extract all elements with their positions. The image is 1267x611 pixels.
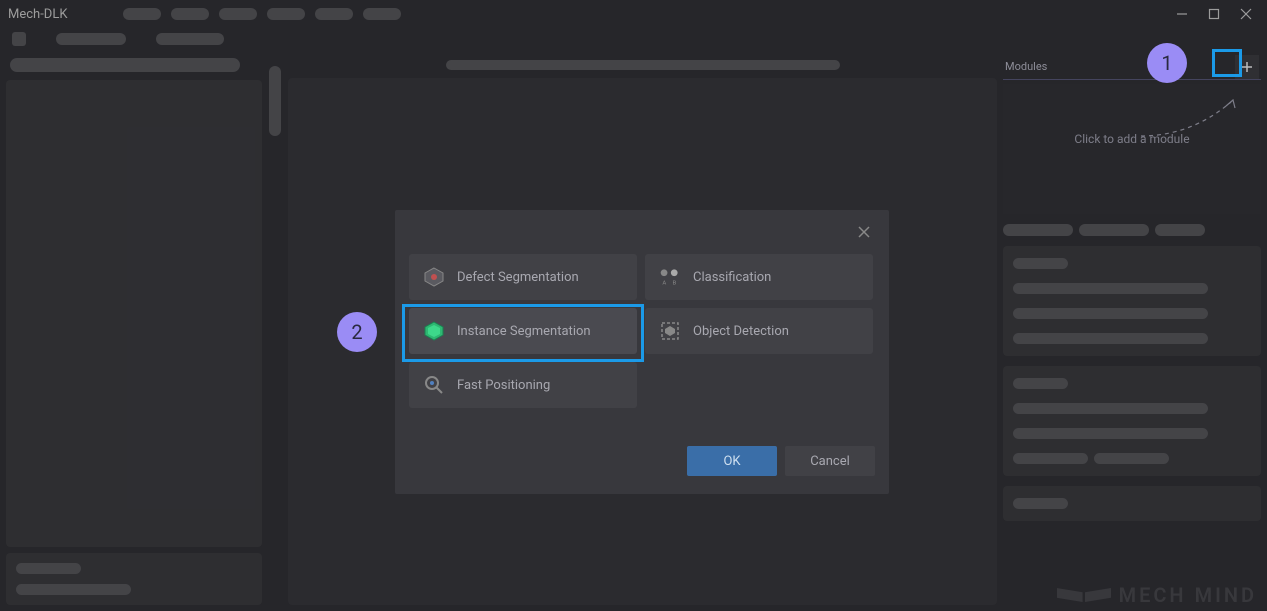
object-detection-icon	[659, 320, 681, 342]
left-header-placeholder	[10, 58, 240, 72]
annotation-badge-2: 2	[337, 312, 377, 352]
option-label: Fast Positioning	[457, 378, 550, 393]
modules-header: Modules	[1003, 56, 1261, 80]
card-placeholder	[1013, 258, 1068, 269]
add-module-button[interactable]	[1235, 55, 1259, 79]
watermark-icon	[1057, 588, 1111, 602]
instance-seg-icon	[423, 320, 445, 342]
modules-label: Modules	[1005, 60, 1047, 73]
option-label: Classification	[693, 270, 771, 285]
modules-area: Click to add a module	[1003, 84, 1261, 214]
modal-buttons: OK Cancel	[687, 446, 875, 476]
maximize-button[interactable]	[1207, 7, 1221, 21]
annotation-badge-1: 1	[1147, 43, 1187, 83]
app-title: Mech-DLK	[8, 7, 68, 22]
module-type-modal: Defect Segmentation AB Classification In…	[395, 210, 889, 494]
option-object-detection[interactable]: Object Detection	[645, 308, 873, 354]
right-tab[interactable]	[1155, 224, 1205, 236]
right-tab[interactable]	[1079, 224, 1149, 236]
menu-placeholders	[123, 8, 401, 20]
module-options-grid: Defect Segmentation AB Classification In…	[409, 254, 873, 408]
menu-pill[interactable]	[219, 8, 257, 20]
svg-text:B: B	[673, 281, 677, 287]
option-defect-segmentation[interactable]: Defect Segmentation	[409, 254, 637, 300]
fast-positioning-icon	[423, 374, 445, 396]
card-placeholder	[1013, 308, 1208, 319]
center-header-placeholder	[446, 60, 840, 70]
toolbar	[0, 28, 1267, 50]
left-panel	[6, 56, 262, 605]
watermark-text: MECH MIND	[1119, 583, 1257, 607]
left-footer	[6, 553, 262, 605]
card-placeholder	[1013, 428, 1208, 439]
right-card	[1003, 246, 1261, 356]
menu-pill[interactable]	[315, 8, 353, 20]
left-footer-placeholder	[16, 563, 81, 574]
close-button[interactable]	[1239, 7, 1253, 21]
modal-close-button[interactable]	[857, 224, 871, 243]
card-placeholder	[1013, 378, 1068, 389]
left-panel-header	[6, 56, 262, 74]
right-tab[interactable]	[1003, 224, 1073, 236]
scrollbar-thumb[interactable]	[269, 66, 281, 136]
right-card	[1003, 486, 1261, 521]
right-panel: Modules Click to add a module	[1003, 56, 1261, 605]
card-placeholder	[1013, 498, 1068, 509]
menu-pill[interactable]	[267, 8, 305, 20]
card-placeholder	[1013, 453, 1088, 464]
card-placeholder	[1013, 333, 1208, 344]
card-placeholder	[1094, 453, 1169, 464]
center-header	[288, 56, 997, 74]
minimize-button[interactable]	[1175, 7, 1189, 21]
card-row	[1013, 453, 1251, 464]
classification-icon: AB	[659, 266, 681, 288]
cancel-button[interactable]: Cancel	[785, 446, 875, 476]
option-label: Instance Segmentation	[457, 324, 591, 339]
window-controls	[1175, 7, 1259, 21]
svg-text:A: A	[662, 281, 666, 287]
toolbar-icon[interactable]	[12, 32, 26, 46]
watermark: MECH MIND	[1057, 583, 1257, 607]
add-module-hint: Click to add a module	[1003, 132, 1261, 146]
right-tabs	[1003, 224, 1261, 236]
scrollbar[interactable]	[268, 56, 282, 605]
ok-button[interactable]: OK	[687, 446, 777, 476]
option-classification[interactable]: AB Classification	[645, 254, 873, 300]
left-footer-placeholder	[16, 584, 131, 595]
option-label: Defect Segmentation	[457, 270, 579, 285]
card-placeholder	[1013, 283, 1208, 294]
toolbar-item[interactable]	[56, 33, 126, 45]
menu-pill[interactable]	[363, 8, 401, 20]
left-content-area	[6, 80, 262, 547]
right-card	[1003, 366, 1261, 476]
defect-seg-icon	[423, 266, 445, 288]
option-label: Object Detection	[693, 324, 789, 339]
option-fast-positioning[interactable]: Fast Positioning	[409, 362, 637, 408]
title-bar: Mech-DLK	[0, 0, 1267, 28]
card-placeholder	[1013, 403, 1208, 414]
menu-pill[interactable]	[171, 8, 209, 20]
menu-pill[interactable]	[123, 8, 161, 20]
option-instance-segmentation[interactable]: Instance Segmentation	[409, 308, 637, 354]
toolbar-item[interactable]	[156, 33, 224, 45]
